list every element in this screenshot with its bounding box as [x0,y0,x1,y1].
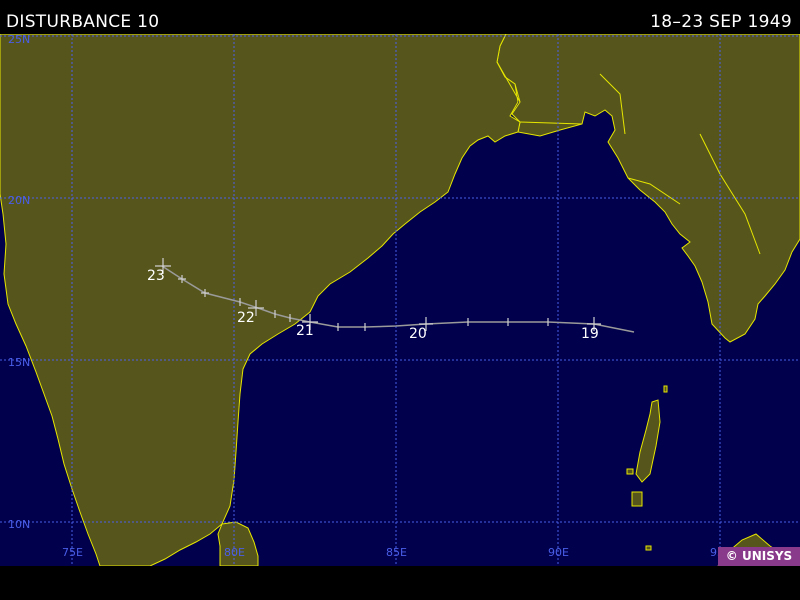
copyright-badge: © UNISYS [718,547,800,566]
day-label-23: 23 [147,268,165,284]
lat-label-20n: 20N [8,194,30,207]
land-island-small-2 [663,385,668,393]
storm-title: DISTURBANCE 10 [6,12,160,32]
bottom-bar [0,566,800,600]
lon-label-90e: 90E [548,546,569,559]
track-map: 25N 20N 15N 10N 75E 80E 85E 90E 95E 19 2… [0,34,800,566]
land-island-small-1 [626,468,634,475]
lat-label-10n: 10N [8,518,30,531]
date-range: 18–23 SEP 1949 [650,12,792,32]
land-island-small-3 [631,491,643,507]
lon-label-75e: 75E [62,546,83,559]
day-label-19: 19 [581,326,599,342]
day-label-20: 20 [409,326,427,342]
lat-label-15n: 15N [8,356,30,369]
lat-label-25n: 25N [8,34,30,46]
day-label-22: 22 [237,310,255,326]
land-island-small-4 [645,545,652,551]
lon-label-80e: 80E [224,546,245,559]
day-label-21: 21 [296,323,314,339]
lon-label-85e: 85E [386,546,407,559]
